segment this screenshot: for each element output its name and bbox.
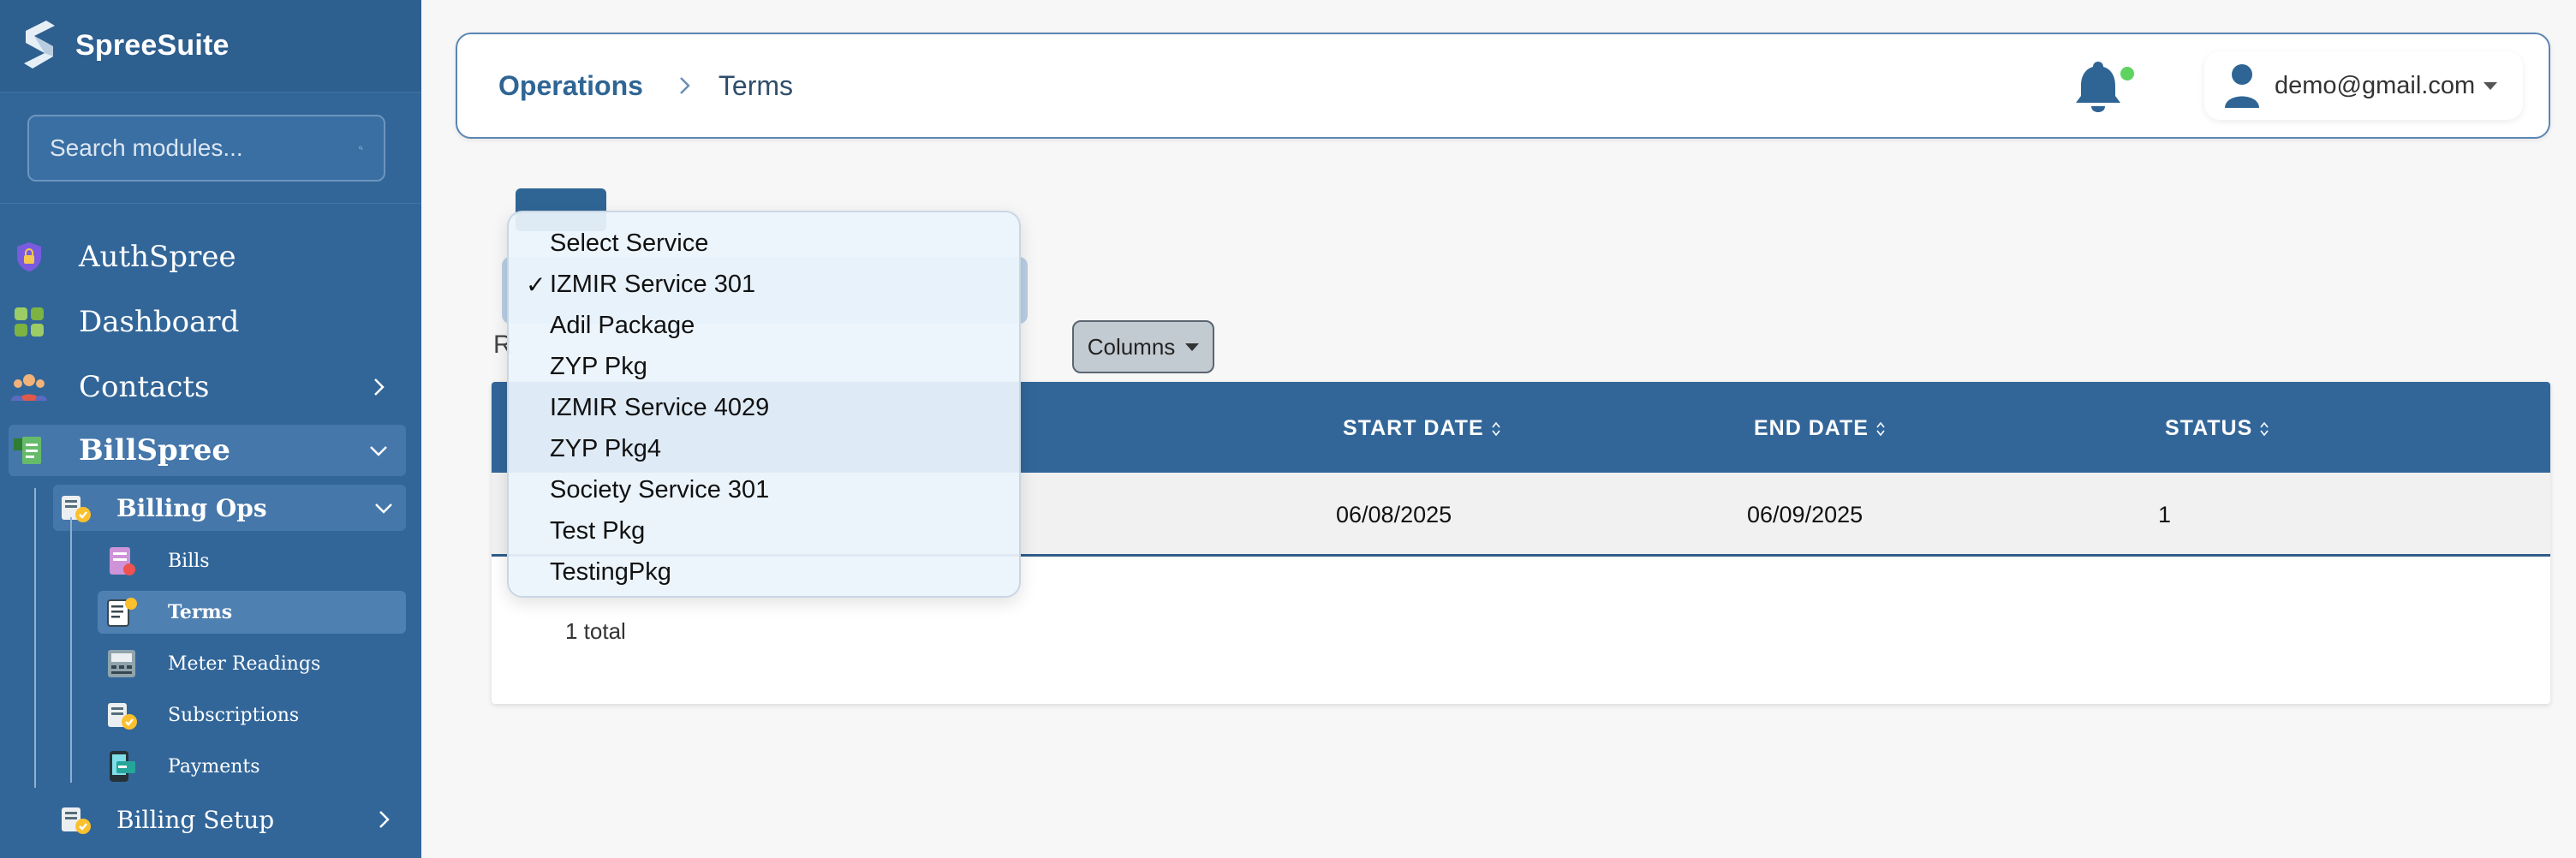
sidebar: SpreeSuite AuthSpree Dashboard Contacts: [0, 0, 421, 858]
sidebar-leaf-subscriptions[interactable]: Subscriptions: [98, 694, 406, 736]
sort-icon[interactable]: [1491, 420, 1501, 438]
sidebar-leaf-bills[interactable]: Bills: [98, 539, 406, 582]
columns-button[interactable]: Columns: [1072, 320, 1214, 373]
module-search: [0, 92, 421, 204]
service-select-dropdown[interactable]: Select Service ✓ IZMIR Service 301 Adil P…: [507, 211, 1021, 598]
sidebar-item-label: Contacts: [79, 370, 210, 404]
sidebar-item-label: BillSpree: [79, 433, 230, 468]
spreesuite-logo-icon: [24, 20, 55, 69]
sidebar-group-label: Billing Setup: [116, 805, 275, 834]
top-header: Operations Terms demo@gmail.com: [456, 33, 2550, 139]
sidebar-item-label: Dashboard: [79, 305, 240, 339]
cell-start-date: 06/08/2025: [1336, 502, 1452, 527]
chevron-right-icon[interactable]: [372, 807, 396, 831]
notification-dot: [2120, 67, 2134, 80]
search-icon[interactable]: [359, 135, 363, 161]
payments-icon: [103, 748, 140, 785]
tree-connector: [70, 517, 72, 783]
sort-icon[interactable]: [2259, 420, 2269, 438]
columns-label: Columns: [1087, 333, 1176, 360]
sidebar-leaf-terms[interactable]: Terms: [98, 591, 406, 634]
option-izmir-service-4029[interactable]: IZMIR Service 4029: [509, 387, 1019, 428]
contacts-group-icon: [10, 368, 48, 406]
sidebar-item-authspree[interactable]: AuthSpree: [9, 231, 406, 283]
app-name: SpreeSuite: [75, 29, 230, 62]
bill-doc-icon: [10, 432, 48, 469]
billing-setup-icon: [57, 801, 94, 838]
option-select-service[interactable]: Select Service: [509, 223, 1019, 264]
chevron-right-icon: [680, 77, 690, 94]
option-adil-package[interactable]: Adil Package: [509, 305, 1019, 346]
subscriptions-icon: [103, 696, 140, 734]
option-society-service-301[interactable]: Society Service 301: [509, 469, 1019, 510]
search-box[interactable]: [27, 114, 385, 182]
sidebar-item-billspree[interactable]: BillSpree: [9, 425, 406, 476]
sidebar-leaf-label: Payments: [168, 755, 260, 778]
dashboard-grid-icon: [10, 303, 48, 341]
user-email: demo@gmail.com: [2275, 71, 2476, 99]
sidebar-item-dashboard[interactable]: Dashboard: [9, 296, 406, 348]
sidebar-leaf-label: Meter Readings: [168, 652, 321, 675]
column-header-status[interactable]: STATUS: [2165, 416, 2269, 441]
terms-icon: [103, 593, 140, 631]
sidebar-leaf-label: Bills: [168, 550, 210, 572]
sort-icon[interactable]: [1875, 420, 1886, 438]
caret-down-icon: [2484, 81, 2498, 90]
sidebar-item-label: AuthSpree: [79, 240, 236, 274]
column-header-end-date[interactable]: END DATE: [1754, 416, 1886, 441]
breadcrumb-parent[interactable]: Operations: [498, 70, 643, 102]
meter-icon: [103, 645, 140, 682]
tree-connector: [34, 488, 36, 788]
sidebar-item-contacts[interactable]: Contacts: [9, 361, 406, 413]
column-header-start-date[interactable]: START DATE: [1343, 416, 1501, 441]
check-icon: ✓: [526, 271, 546, 298]
chevron-right-icon[interactable]: [367, 375, 391, 399]
shield-lock-icon: [10, 238, 48, 276]
sidebar-leaf-label: Terms: [168, 601, 233, 623]
option-test-pkg[interactable]: Test Pkg: [509, 510, 1019, 551]
sidebar-group-billing-ops[interactable]: Billing Ops: [53, 485, 406, 531]
user-menu[interactable]: demo@gmail.com: [2204, 51, 2523, 120]
option-testingpkg[interactable]: TestingPkg: [509, 551, 1019, 593]
option-zyp-pkg4[interactable]: ZYP Pkg4: [509, 428, 1019, 469]
user-avatar-icon: [2225, 64, 2259, 108]
cell-status: 1: [2158, 502, 2172, 527]
sidebar-leaf-payments[interactable]: Payments: [98, 745, 406, 788]
sidebar-group-billing-setup[interactable]: Billing Setup: [53, 796, 406, 843]
bills-icon: [103, 542, 140, 580]
search-input[interactable]: [50, 134, 359, 162]
bell-icon[interactable]: [2072, 58, 2124, 113]
sidebar-group-label: Billing Ops: [116, 493, 267, 522]
option-zyp-pkg[interactable]: ZYP Pkg: [509, 346, 1019, 387]
breadcrumb-current: Terms: [718, 69, 794, 101]
total-count: 1 total: [565, 618, 626, 644]
chevron-down-icon[interactable]: [367, 438, 391, 462]
brand[interactable]: SpreeSuite: [0, 0, 421, 92]
caret-down-icon: [1185, 343, 1200, 351]
billing-ops-icon: [57, 489, 94, 527]
chevron-down-icon[interactable]: [372, 496, 396, 520]
sidebar-leaf-meter-readings[interactable]: Meter Readings: [98, 642, 406, 685]
cell-end-date: 06/09/2025: [1747, 502, 1863, 527]
sidebar-leaf-label: Subscriptions: [168, 704, 300, 726]
option-izmir-service-301[interactable]: ✓ IZMIR Service 301: [509, 264, 1019, 305]
